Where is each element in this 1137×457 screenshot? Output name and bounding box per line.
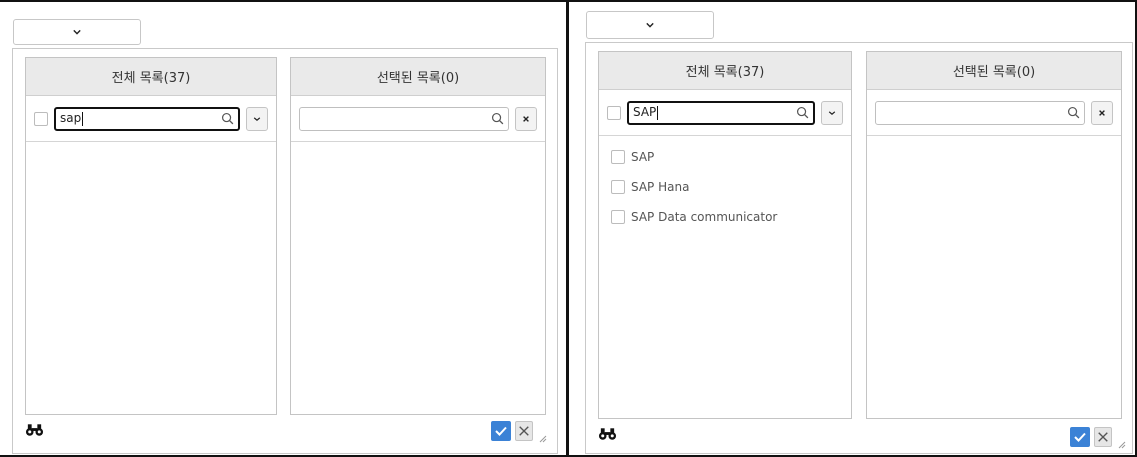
all-list-column: 전체 목록(37) SAP SAP SAP Hana SAP Data comm…	[598, 51, 852, 419]
selected-list-search-row	[867, 90, 1121, 136]
all-list-items: SAP SAP Hana SAP Data communicator	[599, 136, 851, 238]
category-select[interactable]	[586, 11, 714, 39]
clear-button[interactable]	[1091, 100, 1113, 125]
x-icon	[519, 426, 529, 436]
text-caret	[657, 105, 659, 120]
all-list-header: 전체 목록(37)	[599, 52, 851, 90]
all-list-search-input[interactable]: SAP	[627, 100, 815, 125]
all-list-search-input[interactable]: sap	[54, 106, 240, 131]
chevron-down-icon	[73, 29, 81, 35]
filter-dropdown-button[interactable]	[246, 106, 268, 131]
search-icon[interactable]	[491, 112, 504, 125]
selected-list-items	[291, 142, 545, 154]
selected-list-search-input[interactable]	[299, 106, 509, 131]
all-list-header: 전체 목록(37)	[26, 58, 276, 96]
close-icon	[1099, 109, 1105, 116]
binoculars-icon[interactable]	[598, 427, 617, 441]
list-item-label: SAP Hana	[631, 180, 690, 194]
list-item-label: SAP	[631, 150, 655, 164]
chevron-down-icon	[646, 22, 654, 28]
selected-list-search-input[interactable]	[875, 100, 1085, 125]
search-icon[interactable]	[796, 106, 809, 119]
all-list-items	[26, 142, 276, 154]
search-input-value: sap	[60, 111, 82, 126]
right-panel: 전체 목록(37) SAP SAP SAP Hana SAP Data comm…	[569, 0, 1137, 457]
binoculars-icon[interactable]	[25, 423, 44, 437]
resize-grip-icon[interactable]	[1118, 441, 1126, 449]
all-list-title: 전체 목록(37)	[685, 65, 765, 80]
left-panel: 전체 목록(37) sap 선택된 목록(0)	[0, 0, 566, 457]
selected-list-search-row	[291, 96, 545, 142]
text-caret	[82, 111, 84, 126]
item-checkbox[interactable]	[611, 150, 625, 164]
list-item-label: SAP Data communicator	[631, 210, 778, 224]
all-list-search-row: sap	[26, 96, 276, 142]
selected-list-title: 선택된 목록(0)	[952, 65, 1036, 80]
all-list-column: 전체 목록(37) sap	[25, 57, 277, 415]
close-icon	[523, 115, 529, 122]
confirm-button[interactable]	[491, 421, 511, 441]
selected-list-header: 선택된 목록(0)	[867, 52, 1121, 90]
filter-dropdown-button[interactable]	[821, 100, 843, 125]
clear-button[interactable]	[515, 106, 537, 131]
search-input-value: SAP	[633, 105, 657, 120]
category-select[interactable]	[13, 19, 141, 45]
chevron-down-icon	[253, 116, 261, 121]
dual-list-widget: 전체 목록(37) sap 선택된 목록(0)	[12, 48, 558, 454]
all-list-search-row: SAP	[599, 90, 851, 136]
confirm-button[interactable]	[1070, 427, 1090, 447]
list-item[interactable]: SAP Hana	[611, 172, 839, 202]
cancel-button[interactable]	[515, 421, 533, 441]
list-item[interactable]: SAP	[611, 142, 839, 172]
selected-list-column: 선택된 목록(0)	[290, 57, 546, 415]
select-all-checkbox[interactable]	[34, 111, 48, 126]
selected-list-items	[867, 136, 1121, 148]
chevron-down-icon	[828, 110, 836, 115]
resize-grip-icon[interactable]	[539, 435, 547, 443]
item-checkbox[interactable]	[611, 210, 625, 224]
select-all-checkbox[interactable]	[607, 105, 621, 120]
selected-list-title: 선택된 목록(0)	[376, 71, 460, 86]
x-icon	[1098, 432, 1108, 442]
check-icon	[1074, 432, 1086, 442]
dual-list-widget: 전체 목록(37) SAP SAP SAP Hana SAP Data comm…	[585, 42, 1133, 454]
search-icon[interactable]	[221, 112, 234, 125]
cancel-button[interactable]	[1094, 427, 1112, 447]
list-item[interactable]: SAP Data communicator	[611, 202, 839, 232]
search-icon[interactable]	[1067, 106, 1080, 119]
selected-list-header: 선택된 목록(0)	[291, 58, 545, 96]
selected-list-column: 선택된 목록(0)	[866, 51, 1122, 419]
all-list-title: 전체 목록(37)	[111, 71, 191, 86]
check-icon	[495, 426, 507, 436]
item-checkbox[interactable]	[611, 180, 625, 194]
